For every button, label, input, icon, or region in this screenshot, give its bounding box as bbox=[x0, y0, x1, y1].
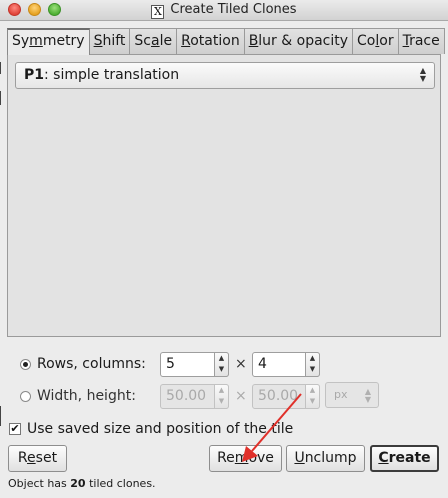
status-prefix: Object has bbox=[8, 477, 71, 490]
edge-mark bbox=[0, 91, 1, 105]
tab-blur-opacity[interactable]: Blur & opacity bbox=[243, 28, 354, 54]
width-value: 50.00 bbox=[166, 388, 207, 404]
width-height-option[interactable]: Width, height: bbox=[20, 383, 136, 409]
rows-columns-option[interactable]: Rows, columns: bbox=[20, 351, 146, 377]
chevron-updown-icon: ▲ ▼ bbox=[364, 387, 372, 404]
tab-bar: Symmetry Shift Scale Rotation Blur & opa… bbox=[7, 28, 445, 55]
times-sign: × bbox=[235, 356, 247, 372]
tab-rotation[interactable]: Rotation bbox=[176, 28, 245, 54]
unit-select[interactable]: px ▲ ▼ bbox=[325, 382, 379, 408]
width-height-label: Width, height: bbox=[37, 388, 136, 404]
window-title: Create Tiled Clones bbox=[170, 2, 297, 17]
symmetry-group-code: P1 bbox=[24, 67, 45, 83]
spinner-arrows-icon[interactable]: ▲ ▼ bbox=[305, 352, 320, 377]
height-value: 50.00 bbox=[258, 388, 299, 404]
spinner-arrows-icon[interactable]: ▲ ▼ bbox=[214, 384, 229, 409]
spinner-arrows-icon[interactable]: ▲ ▼ bbox=[214, 352, 229, 377]
create-button[interactable]: Create bbox=[370, 445, 439, 472]
chevron-updown-icon: ▲ ▼ bbox=[419, 66, 427, 83]
rows-spinner[interactable]: 5 ▲ ▼ bbox=[160, 352, 229, 377]
tab-trace[interactable]: Trace bbox=[397, 28, 445, 54]
tab-scale[interactable]: Scale bbox=[129, 28, 178, 54]
use-saved-option[interactable]: ✔ Use saved size and position of the til… bbox=[9, 419, 293, 439]
columns-value: 4 bbox=[258, 356, 267, 372]
rows-columns-radio[interactable] bbox=[20, 358, 31, 370]
tab-symmetry[interactable]: Symmetry bbox=[7, 28, 90, 55]
rows-columns-label: Rows, columns: bbox=[37, 356, 146, 372]
times-sign: × bbox=[235, 388, 247, 404]
tab-color[interactable]: Color bbox=[352, 28, 399, 54]
tab-shift[interactable]: Shift bbox=[88, 28, 131, 54]
edge-mark bbox=[0, 62, 1, 74]
unit-value: px bbox=[334, 388, 348, 401]
symmetry-group-name: : simple translation bbox=[44, 67, 180, 83]
window-title-group: X Create Tiled Clones bbox=[0, 2, 448, 19]
symmetry-select[interactable]: P1: simple translation ▲ ▼ bbox=[15, 62, 435, 89]
symmetry-panel: P1: simple translation ▲ ▼ bbox=[7, 54, 441, 337]
clone-count: 20 bbox=[70, 477, 86, 490]
width-height-radio[interactable] bbox=[20, 390, 31, 402]
status-text: Object has 20 tiled clones. bbox=[8, 477, 156, 490]
height-spinner[interactable]: 50.00 ▲ ▼ bbox=[252, 384, 320, 409]
width-spinner[interactable]: 50.00 ▲ ▼ bbox=[160, 384, 229, 409]
reset-button[interactable]: Reset bbox=[8, 445, 67, 472]
title-bar: X Create Tiled Clones bbox=[0, 0, 448, 21]
rows-value: 5 bbox=[166, 356, 175, 372]
use-saved-label: Use saved size and position of the tile bbox=[27, 421, 294, 437]
edge-mark bbox=[0, 406, 1, 426]
status-suffix: tiled clones. bbox=[85, 477, 156, 490]
use-saved-checkbox[interactable]: ✔ bbox=[9, 423, 21, 435]
unclump-button[interactable]: Unclump bbox=[286, 445, 365, 472]
columns-spinner[interactable]: 4 ▲ ▼ bbox=[252, 352, 320, 377]
remove-button[interactable]: Remove bbox=[209, 445, 282, 472]
spinner-arrows-icon[interactable]: ▲ ▼ bbox=[305, 384, 320, 409]
x11-icon: X bbox=[151, 5, 165, 19]
